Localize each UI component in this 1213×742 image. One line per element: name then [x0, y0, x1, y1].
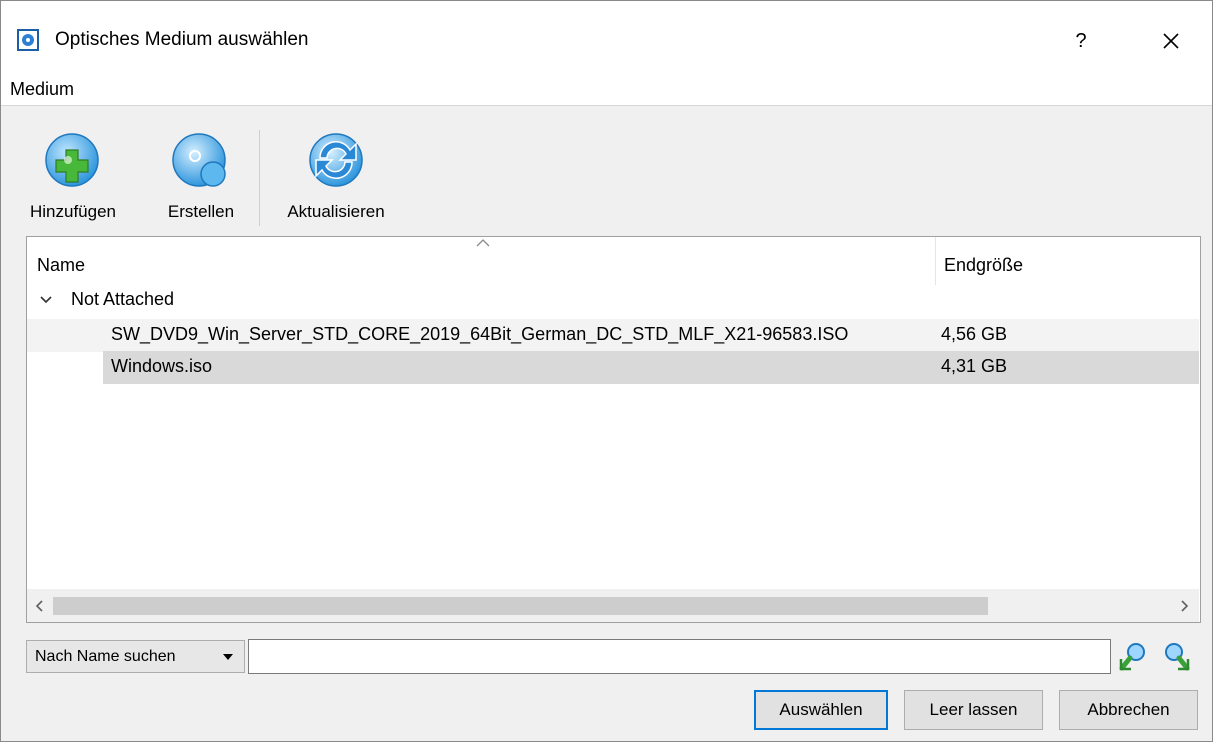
selection-highlight	[103, 351, 1199, 384]
column-divider[interactable]	[935, 237, 936, 285]
create-button[interactable]: Erstellen	[151, 130, 251, 222]
media-list[interactable]: Name Endgröße Not Attached SW_DVD9_Win_S…	[26, 236, 1201, 623]
cancel-button[interactable]: Abbrechen	[1059, 690, 1198, 730]
app-icon	[17, 29, 39, 51]
item-name: SW_DVD9_Win_Server_STD_CORE_2019_64Bit_G…	[111, 324, 849, 344]
create-disc-icon	[172, 133, 226, 187]
search-forward-icon[interactable]	[1160, 641, 1192, 673]
search-mode-dropdown[interactable]: Nach Name suchen	[26, 640, 245, 673]
refresh-button-label: Aktualisieren	[287, 202, 385, 221]
scrollbar-thumb[interactable]	[53, 597, 988, 615]
group-row-not-attached[interactable]: Not Attached	[27, 285, 1199, 318]
list-item[interactable]: SW_DVD9_Win_Server_STD_CORE_2019_64Bit_G…	[27, 319, 1199, 352]
add-disc-icon	[45, 133, 99, 187]
horizontal-scrollbar[interactable]	[27, 589, 1199, 622]
window-title: Optisches Medium auswählen	[55, 29, 309, 50]
refresh-icon	[309, 133, 363, 187]
scroll-left-icon[interactable]	[31, 597, 49, 615]
menu-bar: Medium	[1, 77, 1212, 106]
search-input[interactable]	[248, 639, 1111, 674]
select-button[interactable]: Auswählen	[754, 690, 888, 730]
item-name: Windows.iso	[111, 356, 213, 376]
search-mode-label: Nach Name suchen	[35, 648, 176, 665]
item-size: 4,56 GB	[941, 324, 1008, 344]
refresh-button[interactable]: Aktualisieren	[269, 130, 403, 222]
toolbar: Hinzufügen Erstellen Aktualisieren	[1, 106, 1212, 234]
item-size: 4,31 GB	[941, 356, 1008, 376]
toolbar-separator	[259, 130, 260, 226]
add-button-label: Hinzufügen	[29, 202, 116, 221]
column-header-name[interactable]: Name	[37, 255, 85, 276]
title-bar: Optisches Medium auswählen ?	[1, 1, 1212, 77]
group-label: Not Attached	[71, 289, 175, 309]
scroll-right-icon[interactable]	[1175, 597, 1193, 615]
leave-empty-button[interactable]: Leer lassen	[904, 690, 1043, 730]
dropdown-arrow-icon	[223, 654, 233, 660]
column-header-size[interactable]: Endgröße	[944, 255, 1023, 276]
close-icon[interactable]	[1151, 21, 1191, 61]
create-button-label: Erstellen	[167, 202, 235, 221]
menu-medium[interactable]: Medium	[10, 79, 74, 100]
list-header: Name Endgröße	[27, 237, 1200, 285]
add-button[interactable]: Hinzufügen	[6, 130, 140, 222]
sort-ascending-icon	[476, 239, 490, 247]
help-button[interactable]: ?	[1061, 23, 1101, 59]
list-item-selected[interactable]: Windows.iso 4,31 GB	[27, 351, 1199, 384]
search-backward-icon[interactable]	[1117, 641, 1149, 673]
chevron-down-icon[interactable]	[39, 293, 53, 307]
dialog-window: Optisches Medium auswählen ? Medium Hinz…	[0, 0, 1213, 742]
